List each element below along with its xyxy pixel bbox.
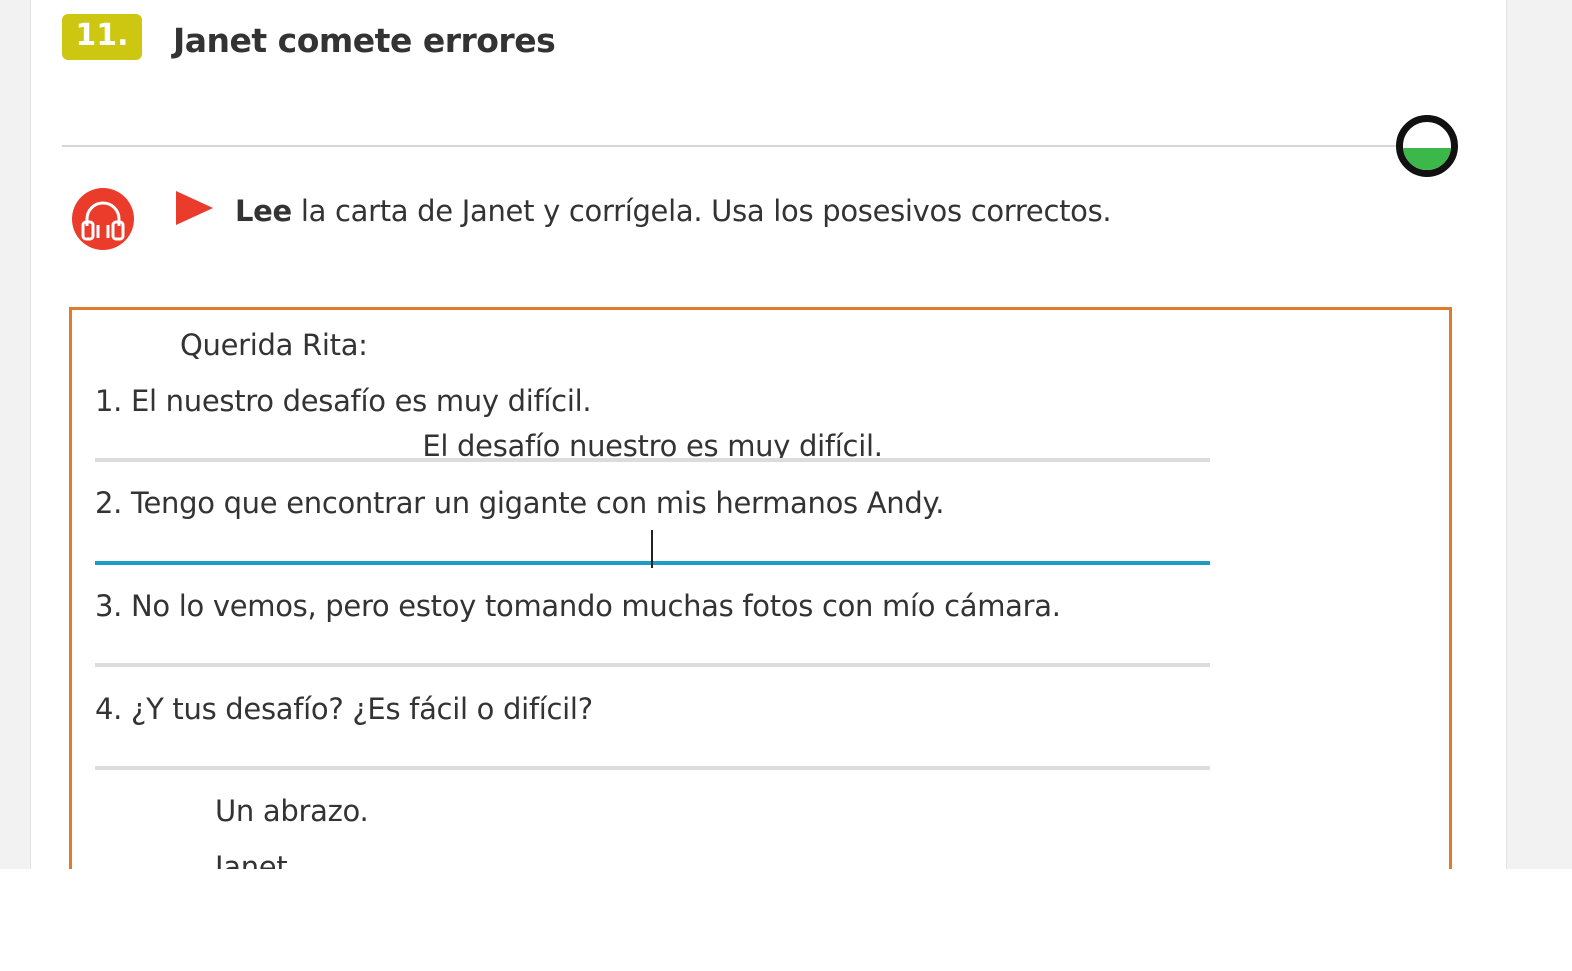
- item-4-prompt: 4. ¿Y tus desafío? ¿Es fácil o difícil?: [95, 692, 593, 726]
- audio-button[interactable]: [72, 188, 134, 250]
- text-cursor: [651, 530, 653, 568]
- progress-divider: [62, 145, 1428, 147]
- progress-indicator: [1396, 115, 1458, 177]
- instruction-rest: la carta de Janet y corrígela. Usa los p…: [291, 194, 1112, 228]
- item-1-answer-field[interactable]: [95, 458, 1210, 462]
- play-triangle-icon[interactable]: [174, 190, 214, 226]
- exercise-card: 11. Janet comete errores Lee la carta de…: [30, 0, 1507, 869]
- letter-greeting: Querida Rita:: [180, 328, 368, 362]
- letter-signature: Janet: [215, 850, 288, 869]
- exercise-title: Janet comete errores: [173, 21, 556, 60]
- item-3-prompt: 3. No lo vemos, pero estoy tomando mucha…: [95, 589, 1061, 623]
- headphones-icon: [81, 201, 125, 241]
- letter-closing: Un abrazo.: [215, 794, 369, 828]
- exercise-number-badge: 11.: [62, 14, 142, 60]
- letter-box: Querida Rita: 1. El nuestro desafío es m…: [69, 307, 1452, 869]
- progress-fill: [1403, 148, 1451, 170]
- item-4-answer-field[interactable]: [95, 766, 1210, 770]
- item-2-prompt: 2. Tengo que encontrar un gigante con mi…: [95, 486, 945, 520]
- instruction-verb: Lee: [235, 194, 292, 228]
- item-1-prompt: 1. El nuestro desafío es muy difícil.: [95, 384, 592, 418]
- item-3-answer-field[interactable]: [95, 663, 1210, 667]
- instruction-text: Lee la carta de Janet y corrígela. Usa l…: [235, 190, 1112, 232]
